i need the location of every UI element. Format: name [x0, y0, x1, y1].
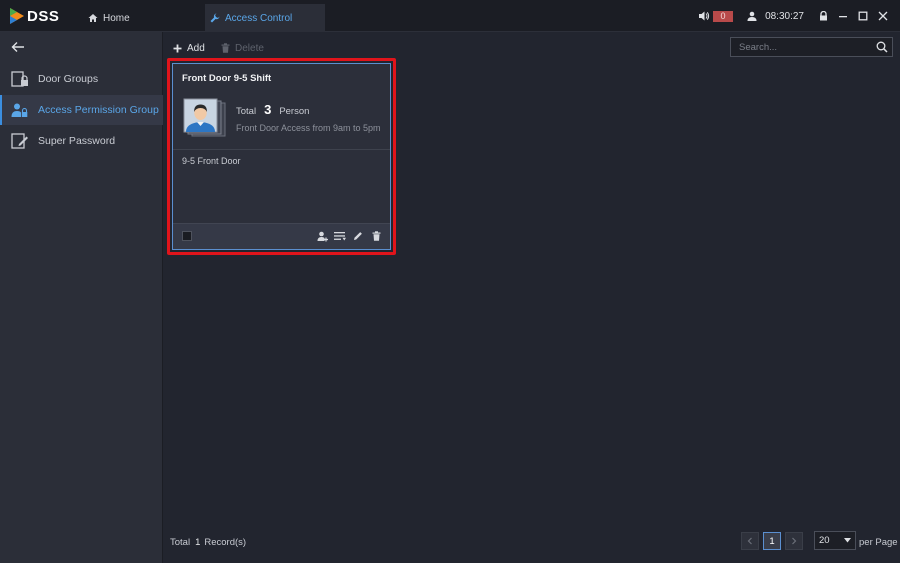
search-box	[730, 37, 893, 57]
user-lock-icon	[11, 103, 28, 117]
chevron-left-icon	[747, 537, 752, 545]
chevron-right-icon	[792, 537, 797, 545]
tab-access-control-label: Access Control	[225, 12, 293, 24]
lock-icon	[819, 11, 827, 21]
plus-icon	[173, 44, 182, 52]
per-page-value: 20	[819, 535, 830, 546]
card-divider	[173, 149, 390, 150]
next-page-button[interactable]	[785, 532, 803, 550]
prev-page-button[interactable]	[741, 532, 759, 550]
caret-down-icon	[844, 538, 851, 543]
app-logo: DSS	[10, 7, 59, 25]
wrench-icon	[210, 13, 220, 23]
card-title: Front Door 9-5 Shift	[182, 73, 272, 84]
person-count: 3	[264, 102, 272, 117]
record-count: Total 1 Record(s)	[170, 537, 246, 548]
delete-button[interactable]: Delete	[221, 41, 264, 55]
close-icon	[878, 11, 888, 21]
card-checkbox[interactable]	[182, 231, 192, 241]
sidebar-item-label: Super Password	[38, 135, 116, 147]
card-description: Front Door Access from 9am to 5pm	[236, 123, 381, 133]
pencil-icon	[354, 232, 362, 240]
card-footer	[173, 223, 390, 249]
list-details-button[interactable]	[334, 230, 346, 242]
add-button-label: Add	[187, 42, 205, 54]
door-lock-icon	[11, 71, 28, 87]
person-label: Person	[279, 106, 310, 117]
trash-icon	[221, 43, 230, 53]
speaker-icon[interactable]	[698, 10, 710, 22]
sidebar-item-access-permission-group[interactable]: Access Permission Group	[0, 95, 163, 125]
records-total-label: Total	[170, 537, 191, 548]
sidebar-item-super-password[interactable]: Super Password	[0, 126, 163, 156]
records-count-value: 1	[195, 537, 201, 548]
records-label: Record(s)	[204, 537, 247, 548]
close-button[interactable]	[874, 9, 892, 23]
edit-button[interactable]	[352, 230, 364, 242]
top-status-area: 0 08:30:27	[698, 0, 900, 32]
tab-home-label: Home	[103, 12, 130, 24]
trash-icon	[372, 231, 380, 241]
add-button[interactable]: Add	[173, 41, 205, 55]
minimize-icon	[839, 16, 847, 18]
add-person-icon	[317, 231, 328, 241]
card-actions	[310, 230, 382, 242]
delete-card-button[interactable]	[370, 230, 382, 242]
total-label: Total	[236, 106, 257, 117]
list-icon	[334, 232, 346, 241]
search-icon[interactable]	[876, 41, 888, 53]
sidebar-item-door-groups[interactable]: Door Groups	[0, 64, 163, 94]
main-content: Add Delete Front Door 9-5 Shift Tot	[163, 32, 900, 563]
back-arrow-icon[interactable]	[11, 41, 25, 53]
edit-key-icon	[11, 133, 28, 149]
delete-button-label: Delete	[235, 42, 264, 54]
card-door-group: 9-5 Front Door	[182, 156, 241, 166]
tab-home[interactable]: Home	[88, 4, 198, 32]
permission-group-card[interactable]: Front Door 9-5 Shift Total 3 Person Fron…	[172, 63, 391, 250]
home-icon	[88, 14, 98, 22]
lock-button[interactable]	[814, 9, 832, 23]
user-icon[interactable]	[747, 11, 757, 21]
dss-logo-icon	[10, 8, 24, 24]
maximize-button[interactable]	[854, 9, 872, 23]
person-stack-icon	[183, 98, 226, 137]
per-page-select[interactable]: 20	[814, 531, 856, 550]
sidebar-item-label: Access Permission Group	[38, 104, 159, 116]
top-bar: DSS Home Access Control 0 08:30:27	[0, 0, 900, 32]
search-input[interactable]	[731, 38, 876, 56]
total-row: Total 3 Person	[236, 102, 309, 117]
add-person-button[interactable]	[316, 230, 328, 242]
alarm-count-badge[interactable]: 0	[713, 10, 734, 22]
minimize-button[interactable]	[834, 9, 852, 23]
sidebar-item-label: Door Groups	[38, 73, 99, 85]
page-number-button[interactable]: 1	[763, 532, 781, 550]
logo-text: DSS	[27, 7, 60, 25]
per-page-label: per Page	[859, 537, 898, 548]
clock: 08:30:27	[765, 10, 804, 22]
sidebar: Door Groups Access Permission Group Supe…	[0, 32, 163, 563]
maximize-icon	[858, 11, 868, 21]
tab-access-control[interactable]: Access Control	[205, 4, 325, 32]
